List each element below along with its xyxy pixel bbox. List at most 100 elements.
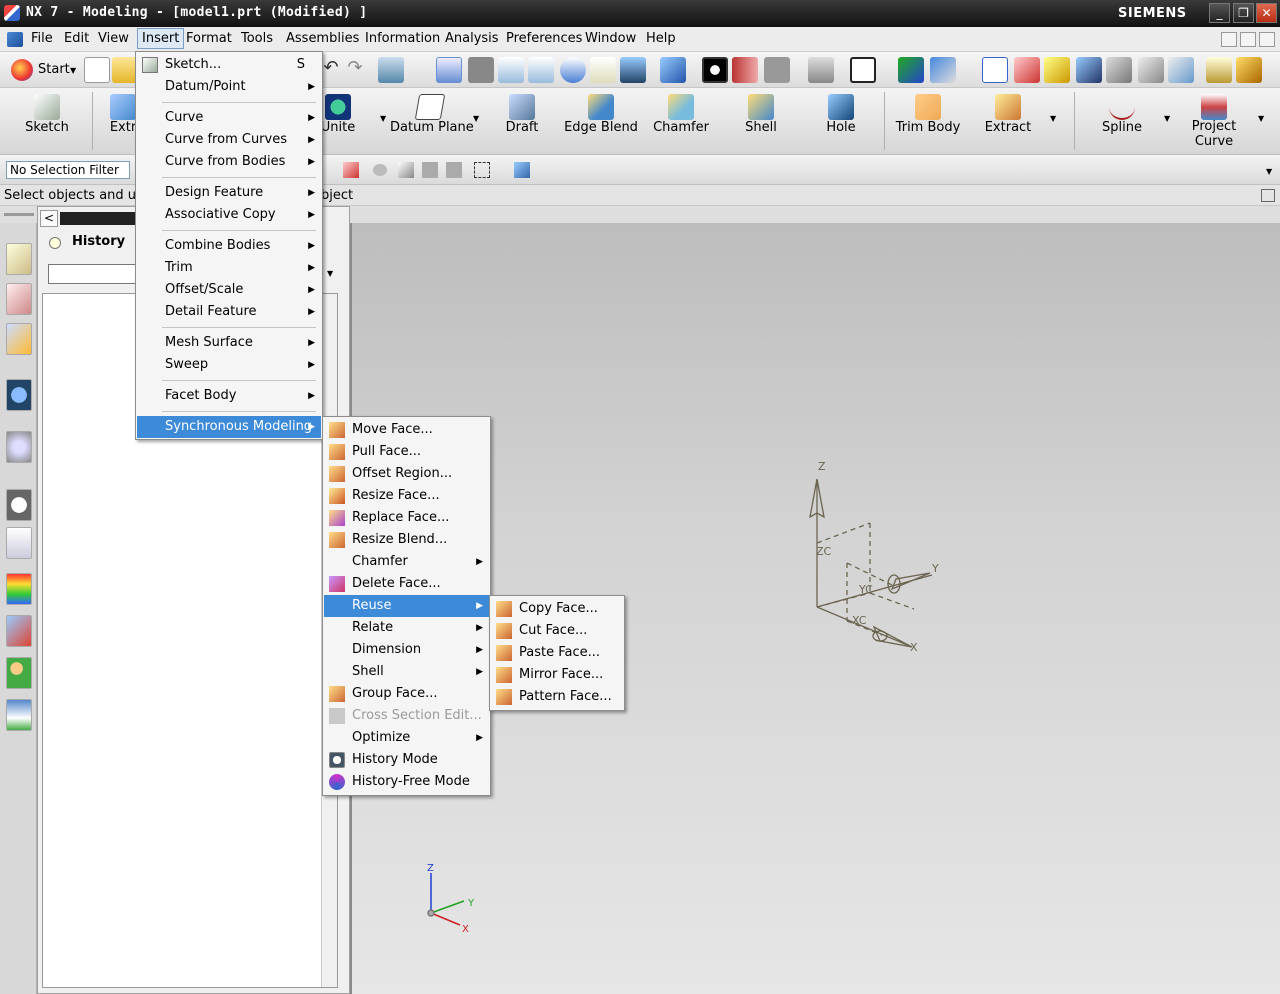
reuse-library-icon[interactable] bbox=[6, 323, 32, 355]
extract-button[interactable]: Extract bbox=[980, 88, 1036, 154]
snap-midpoint-icon[interactable] bbox=[1044, 57, 1070, 83]
insert-combine-bodies-item[interactable]: Combine Bodies ▶ bbox=[137, 235, 321, 257]
menu-file[interactable]: File bbox=[31, 31, 53, 46]
menu-assemblies[interactable]: Assemblies bbox=[286, 31, 359, 46]
selection-undo-icon[interactable] bbox=[373, 164, 387, 176]
edge-blend-button[interactable]: Edge Blend bbox=[562, 88, 640, 154]
wcs-dynamics-icon[interactable] bbox=[898, 57, 924, 83]
wcs-origin-icon[interactable] bbox=[930, 57, 956, 83]
menu-view[interactable]: View bbox=[98, 31, 129, 46]
sync-shell-item[interactable]: Shell ▶ bbox=[324, 661, 489, 683]
zoom-window-icon[interactable] bbox=[468, 57, 494, 83]
snap-point-icon[interactable] bbox=[982, 57, 1008, 83]
shaded-with-edges-icon[interactable] bbox=[702, 57, 728, 83]
pattern-face-item[interactable]: Pattern Face... bbox=[491, 686, 623, 708]
history-palette-icon[interactable] bbox=[6, 489, 32, 521]
dimension-item[interactable]: Dimension ▶ bbox=[324, 639, 489, 661]
menu-preferences[interactable]: Preferences bbox=[506, 31, 582, 46]
command-finder-icon[interactable] bbox=[378, 57, 404, 83]
draft-button[interactable]: Draft bbox=[496, 88, 548, 154]
replace-face-item[interactable]: Replace Face... bbox=[324, 507, 489, 529]
move-face-item[interactable]: Move Face... bbox=[324, 419, 489, 441]
doc-close-icon[interactable] bbox=[1259, 32, 1275, 47]
start-icon[interactable] bbox=[11, 59, 33, 81]
restore-button[interactable]: ❐ bbox=[1233, 3, 1254, 23]
insert-sketch-item[interactable]: Sketch... S bbox=[137, 54, 321, 76]
delete-face-item[interactable]: Delete Face... bbox=[324, 573, 489, 595]
insert-offset-scale-item[interactable]: Offset/Scale ▶ bbox=[137, 279, 321, 301]
part-navigator-icon[interactable] bbox=[6, 283, 32, 315]
menu-information[interactable]: Information bbox=[365, 31, 440, 46]
insert-sweep-item[interactable]: Sweep ▶ bbox=[137, 354, 321, 376]
orient-view-icon[interactable] bbox=[660, 57, 686, 83]
minimize-button[interactable]: _ bbox=[1209, 3, 1230, 23]
snap-center-icon[interactable] bbox=[1138, 57, 1164, 83]
measure-angle-icon[interactable] bbox=[1236, 57, 1262, 83]
menu-window[interactable]: Window bbox=[585, 31, 636, 46]
edit-section-icon[interactable] bbox=[732, 57, 758, 83]
fit-view-icon[interactable] bbox=[436, 57, 462, 83]
cue-expand-icon[interactable] bbox=[1261, 189, 1275, 202]
menu-insert[interactable]: Insert bbox=[137, 28, 185, 49]
snap-toggle-icon[interactable] bbox=[343, 162, 359, 178]
chamfer-button[interactable]: Chamfer bbox=[650, 88, 712, 154]
insert-facet-body-item[interactable]: Facet Body ▶ bbox=[137, 385, 321, 407]
doc-restore-icon[interactable] bbox=[1240, 32, 1256, 47]
snap-intersection-icon[interactable] bbox=[1106, 57, 1132, 83]
close-button[interactable]: ✕ bbox=[1256, 3, 1277, 23]
snap-quadrant-icon[interactable] bbox=[1168, 57, 1194, 83]
select-chain-icon[interactable] bbox=[422, 162, 438, 178]
start-dropdown-icon[interactable]: ▼ bbox=[70, 66, 76, 75]
reuse-item[interactable]: Reuse ▶ bbox=[324, 595, 489, 617]
toolbar-more-icon[interactable]: ▼ bbox=[1258, 114, 1264, 123]
mirror-face-item[interactable]: Mirror Face... bbox=[491, 664, 623, 686]
selection-filter[interactable]: No Selection Filter bbox=[6, 161, 130, 179]
history-mode-item[interactable]: History Mode bbox=[324, 749, 489, 771]
insert-mesh-surface-item[interactable]: Mesh Surface ▶ bbox=[137, 332, 321, 354]
selbar-more-icon[interactable]: ▼ bbox=[1266, 167, 1272, 176]
new-file-icon[interactable] bbox=[84, 57, 110, 83]
start-button[interactable]: Start bbox=[38, 62, 70, 77]
history-free-mode-item[interactable]: History-Free Mode bbox=[324, 771, 489, 793]
app-menu-icon[interactable] bbox=[7, 32, 23, 47]
select-body-icon[interactable] bbox=[398, 162, 414, 178]
insert-detail-feature-item[interactable]: Detail Feature ▶ bbox=[137, 301, 321, 323]
rectangle-select-icon[interactable] bbox=[474, 162, 490, 178]
manufacturing-wizard-icon[interactable] bbox=[6, 573, 32, 605]
menu-analysis[interactable]: Analysis bbox=[445, 31, 499, 46]
insert-associative-copy-item[interactable]: Associative Copy ▶ bbox=[137, 204, 321, 226]
zoom-in-out-icon[interactable] bbox=[528, 57, 554, 83]
datum-dropdown-icon[interactable]: ▼ bbox=[473, 114, 479, 123]
shell-button[interactable]: Shell bbox=[738, 88, 784, 154]
measure-distance-icon[interactable] bbox=[1206, 57, 1232, 83]
cut-face-item[interactable]: Cut Face... bbox=[491, 620, 623, 642]
insert-trim-item[interactable]: Trim ▶ bbox=[137, 257, 321, 279]
insert-synchronous-modeling-item[interactable]: Synchronous Modeling ▶ bbox=[137, 416, 321, 438]
resize-face-item[interactable]: Resize Face... bbox=[324, 485, 489, 507]
sketch-button[interactable]: Sketch bbox=[14, 88, 80, 154]
menu-tools[interactable]: Tools bbox=[241, 31, 273, 46]
extract-dropdown-icon[interactable]: ▼ bbox=[1050, 114, 1056, 123]
relate-item[interactable]: Relate ▶ bbox=[324, 617, 489, 639]
datum-plane-button[interactable]: Datum Plane bbox=[390, 88, 474, 154]
extrude-button[interactable]: Extr bbox=[108, 88, 138, 154]
menu-format[interactable]: Format bbox=[186, 31, 232, 46]
pull-face-item[interactable]: Pull Face... bbox=[324, 441, 489, 463]
snap-control-icon[interactable] bbox=[1076, 57, 1102, 83]
color-palette-icon[interactable] bbox=[850, 57, 876, 83]
assembly-navigator-icon[interactable] bbox=[6, 243, 32, 275]
select-all-icon[interactable] bbox=[514, 162, 530, 178]
clip-section-icon[interactable] bbox=[764, 57, 790, 83]
paste-face-item[interactable]: Paste Face... bbox=[491, 642, 623, 664]
snap-endpoint-icon[interactable] bbox=[1014, 57, 1040, 83]
insert-datum-point-item[interactable]: Datum/Point ▶ bbox=[137, 76, 321, 98]
background-icon[interactable] bbox=[808, 57, 834, 83]
spline-button[interactable]: Spline bbox=[1096, 88, 1148, 154]
copy-face-item[interactable]: Copy Face... bbox=[491, 598, 623, 620]
redo-icon[interactable]: ↷ bbox=[342, 57, 368, 83]
select-edge-icon[interactable] bbox=[446, 162, 462, 178]
perspective-icon[interactable] bbox=[620, 57, 646, 83]
collapse-panel-button[interactable]: < bbox=[40, 210, 58, 227]
doc-minimize-icon[interactable] bbox=[1221, 32, 1237, 47]
zoom-icon[interactable] bbox=[498, 57, 524, 83]
